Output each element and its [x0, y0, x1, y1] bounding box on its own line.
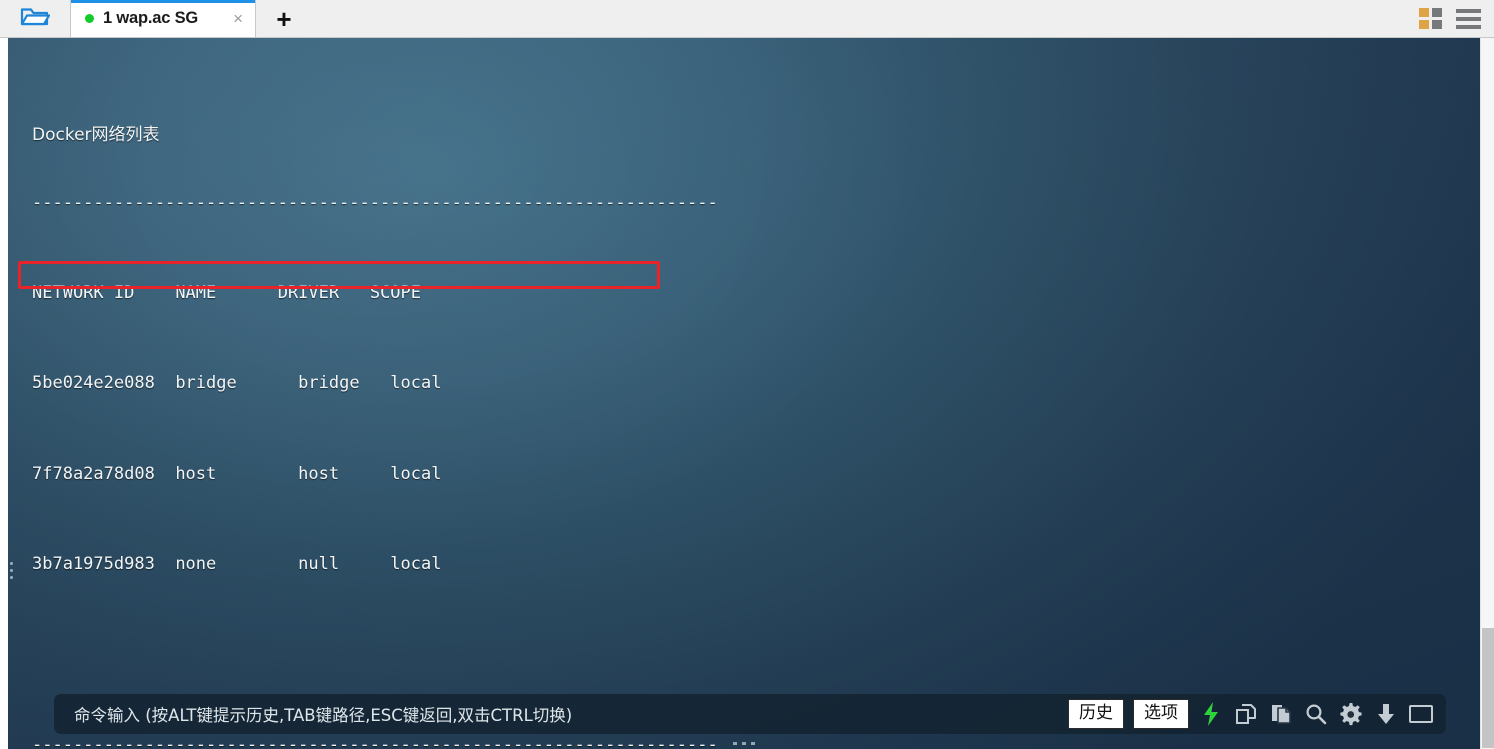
lightning-icon[interactable]	[1198, 701, 1224, 727]
scrollbar-thumb[interactable]	[1482, 628, 1494, 748]
options-button[interactable]: 选项	[1133, 699, 1189, 729]
left-resize-grip[interactable]	[10, 562, 13, 579]
history-button[interactable]: 历史	[1068, 699, 1124, 729]
terminal-area: Docker网络列表 -----------------------------…	[0, 38, 1494, 749]
network-name: none	[175, 554, 217, 575]
col-scope: SCOPE	[369, 282, 422, 303]
network-id: 5be024e2e088	[32, 373, 155, 394]
col-name: NAME	[175, 282, 217, 303]
paste-icon[interactable]	[1268, 701, 1294, 727]
gear-icon[interactable]	[1338, 701, 1364, 727]
terminal-screen[interactable]: Docker网络列表 -----------------------------…	[8, 38, 1480, 749]
network-name: bridge	[175, 373, 237, 394]
divider-2: ----------------------------------------…	[32, 734, 718, 749]
vertical-scrollbar[interactable]	[1480, 38, 1494, 749]
network-row: 5be024e2e088 bridge bridge local	[32, 372, 1480, 395]
new-tab-button[interactable]: +	[256, 0, 312, 37]
network-driver: null	[298, 554, 340, 575]
network-id: 3b7a1975d983	[32, 554, 155, 575]
network-table-header: NETWORK ID NAME DRIVER SCOPE	[32, 282, 1480, 305]
search-icon[interactable]	[1303, 701, 1329, 727]
command-input[interactable]: 命令输入 (按ALT键提示历史,TAB键路径,ESC键返回,双击CTRL切换)	[74, 702, 572, 726]
connection-status-dot	[85, 14, 94, 23]
network-name: host	[175, 463, 217, 484]
network-driver: host	[298, 463, 340, 484]
tab-bar: 1 wap.ac SG × +	[0, 0, 1494, 38]
network-scope: local	[390, 554, 442, 575]
terminal-app-window: 1 wap.ac SG × + Docker网络列表 -------------…	[0, 0, 1494, 749]
terminal-title: Docker网络列表	[32, 124, 160, 145]
menu-icon[interactable]	[1456, 8, 1481, 29]
close-icon[interactable]: ×	[221, 10, 243, 27]
network-scope: local	[390, 373, 442, 394]
network-row: 7f78a2a78d08 host host local	[32, 463, 1480, 486]
network-driver: bridge	[298, 373, 360, 394]
col-network-id: NETWORK ID	[32, 282, 135, 303]
download-icon[interactable]	[1373, 701, 1399, 727]
network-id: 7f78a2a78d08	[32, 463, 155, 484]
grid-view-icon[interactable]	[1419, 8, 1442, 29]
command-bar: 命令输入 (按ALT键提示历史,TAB键路径,ESC键返回,双击CTRL切换) …	[54, 694, 1446, 734]
network-scope: local	[390, 463, 442, 484]
divider-1: ----------------------------------------…	[32, 192, 718, 213]
network-row: 3b7a1975d983 none null local	[32, 553, 1480, 576]
bottom-resize-grip[interactable]	[733, 742, 755, 745]
tab-label: 1 wap.ac SG	[103, 9, 199, 27]
open-folder-icon	[20, 4, 51, 33]
terminal-output: Docker网络列表 -----------------------------…	[8, 38, 1480, 749]
open-folder-button[interactable]	[0, 0, 70, 37]
tab-session-1[interactable]: 1 wap.ac SG ×	[70, 0, 256, 37]
tab-bar-actions	[1419, 0, 1494, 37]
window-icon[interactable]	[1408, 701, 1434, 727]
col-driver: DRIVER	[277, 282, 340, 303]
copy-icon[interactable]	[1233, 701, 1259, 727]
command-bar-actions: 历史 选项	[1068, 699, 1434, 729]
